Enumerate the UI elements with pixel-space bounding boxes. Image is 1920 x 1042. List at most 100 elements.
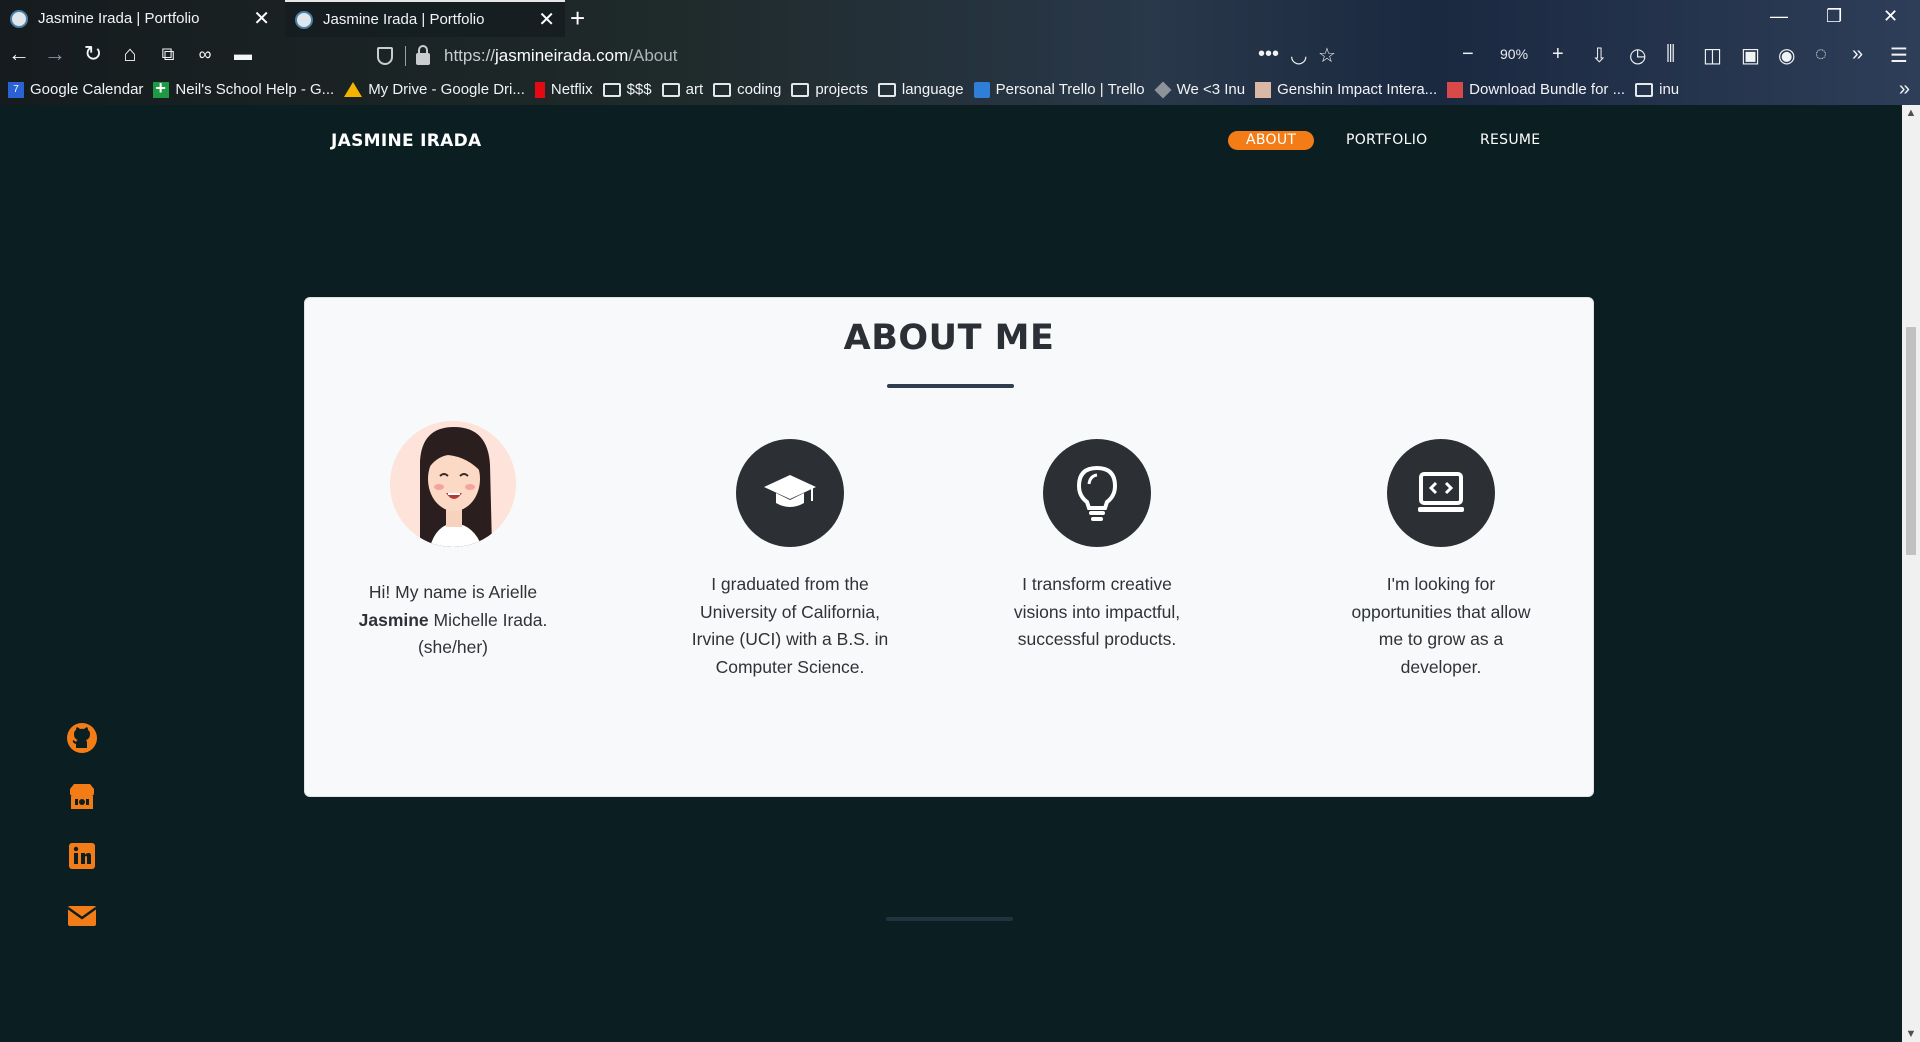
page-scrollbar[interactable]: ▲ ▼	[1902, 105, 1920, 1042]
bookmark-download-bundle[interactable]: Download Bundle for ...	[1447, 81, 1625, 98]
scroll-up-arrow-icon[interactable]: ▲	[1902, 107, 1920, 119]
reload-icon[interactable]: ↻	[79, 42, 107, 66]
back-arrow-icon[interactable]: ←	[5, 42, 33, 66]
new-tab-button[interactable]: +	[570, 4, 585, 32]
bookmark-folder-coding[interactable]: coding	[713, 81, 781, 98]
bookmark-label: art	[685, 81, 704, 98]
bookmark-label: projects	[815, 81, 868, 98]
bookmark-label: My Drive - Google Dri...	[368, 81, 525, 98]
about-intro-column: Hi! My name is Arielle Jasmine Michelle …	[348, 421, 558, 662]
nav-portfolio[interactable]: PORTFOLIO	[1346, 131, 1427, 150]
zoom-out-icon[interactable]: −	[1462, 43, 1474, 66]
bookmark-trello[interactable]: Personal Trello | Trello	[973, 81, 1145, 98]
netflix-icon	[534, 81, 545, 98]
bookmark-google-calendar[interactable]: 7 Google Calendar	[8, 81, 143, 98]
scrollbar-thumb[interactable]	[1906, 327, 1916, 555]
account-icon[interactable]: ◉	[1778, 43, 1795, 68]
lightbulb-icon	[1043, 439, 1151, 547]
forward-arrow-icon[interactable]: →	[41, 42, 69, 66]
drive-icon	[344, 82, 363, 97]
folder-icon	[661, 82, 680, 97]
bookmark-netflix[interactable]: Netflix	[534, 81, 593, 98]
close-tab-icon[interactable]: ✕	[538, 10, 555, 30]
creative-text: I transform creative visions into impact…	[1013, 574, 1181, 649]
tab-strip: Jasmine Irada | Portfolio ✕ Jasmine Irad…	[0, 0, 1920, 37]
intro-text: Hi! My name is Arielle Jasmine Michelle …	[348, 579, 558, 662]
nav-about[interactable]: ABOUT	[1228, 131, 1315, 150]
intro-text-start: Hi! My name is Arielle	[368, 582, 538, 602]
address-bar[interactable]: https:// jasmineirada.com /About	[375, 41, 1335, 71]
bookmark-label: coding	[737, 81, 782, 98]
library-icon[interactable]: ⫼	[1666, 43, 1675, 66]
sidebar-icon[interactable]: ◫	[1703, 43, 1722, 68]
bookmark-genshin[interactable]: Genshin Impact Intera...	[1255, 81, 1437, 98]
linkedin-icon[interactable]	[66, 840, 98, 872]
bookmark-star-icon[interactable]: ☆	[1318, 43, 1336, 68]
intro-text-end: Michelle Irada.	[433, 609, 548, 630]
zoom-in-icon[interactable]: +	[1552, 43, 1564, 66]
home-icon[interactable]: ⌂	[116, 42, 144, 66]
pocket-icon[interactable]: ◡	[1290, 43, 1307, 68]
email-icon[interactable]	[66, 900, 98, 932]
avatar	[390, 421, 516, 547]
screenshot-icon[interactable]: ▣	[1741, 43, 1760, 68]
zoom-level[interactable]: 90%	[1500, 46, 1528, 62]
tab-title: Jasmine Irada | Portfolio	[38, 10, 200, 27]
goals-text: I'm looking for opportunities that allow…	[1351, 574, 1531, 677]
browser-tab-active[interactable]: Jasmine Irada | Portfolio ✕	[285, 0, 565, 37]
close-tab-icon[interactable]: ✕	[253, 9, 270, 29]
folder-icon	[713, 82, 732, 97]
gift-icon	[1447, 81, 1464, 98]
new-container-tab-icon[interactable]: ⧉	[154, 42, 182, 66]
bookmark-label: Google Calendar	[30, 81, 144, 98]
scroll-down-arrow-icon[interactable]: ▼	[1902, 1028, 1920, 1040]
site-brand[interactable]: JASMINE IRADA	[331, 131, 481, 151]
restore-window-icon[interactable]: ❐	[1826, 6, 1842, 27]
github-icon[interactable]	[66, 722, 98, 754]
close-window-icon[interactable]: ✕	[1883, 6, 1898, 27]
about-education-column: I graduated from the University of Calif…	[690, 439, 890, 681]
section-divider	[886, 917, 1013, 921]
tab-title: Jasmine Irada | Portfolio	[323, 11, 485, 28]
bookmark-label: Download Bundle for ...	[1469, 81, 1626, 98]
url-host: jasmineirada.com	[495, 46, 629, 65]
downloads-icon[interactable]: ⇩	[1591, 43, 1608, 68]
bookmark-folder-money[interactable]: $$$	[602, 81, 652, 98]
page-content: JASMINE IRADA ABOUT PORTFOLIO RESUME ABO…	[0, 105, 1902, 1042]
about-creative-column: I transform creative visions into impact…	[997, 439, 1197, 654]
history-clock-icon[interactable]: ◷	[1629, 43, 1646, 68]
folder-icon	[877, 82, 896, 97]
private-mask-icon[interactable]: ∞	[191, 42, 219, 66]
lock-icon[interactable]	[416, 45, 430, 65]
extension-icon[interactable]: ◌	[1815, 43, 1827, 66]
image-icon	[1255, 81, 1272, 98]
folder-icon	[602, 82, 621, 97]
nav-resume[interactable]: RESUME	[1480, 131, 1540, 150]
site-header: JASMINE IRADA ABOUT PORTFOLIO RESUME	[0, 105, 1902, 177]
itchio-icon[interactable]	[66, 781, 98, 813]
bookmark-label: Neil's School Help - G...	[175, 81, 335, 98]
bookmark-school-help[interactable]: Neil's School Help - G...	[153, 78, 335, 99]
bookmark-folder-inu[interactable]: inu	[1635, 81, 1679, 98]
bookmark-we-love-inu[interactable]: We <3 Inu	[1154, 81, 1245, 98]
more-bookmarks-chevron-icon[interactable]: »	[1899, 78, 1910, 101]
calendar-icon: 7	[8, 81, 24, 98]
education-text: I graduated from the University of Calif…	[691, 574, 889, 677]
bookmark-folder-art[interactable]: art	[661, 81, 704, 98]
hamburger-menu-icon[interactable]: ☰	[1890, 43, 1908, 68]
intro-name-bold: Jasmine	[358, 609, 429, 630]
bookmark-my-drive[interactable]: My Drive - Google Dri...	[344, 81, 525, 98]
about-card: ABOUT ME Hi! My name is Arielle Jasmine …	[304, 297, 1594, 797]
bookmark-folder-projects[interactable]: projects	[791, 81, 868, 98]
laptop-icon[interactable]: ▬	[229, 42, 257, 66]
about-goals-column: I'm looking for opportunities that allow…	[1341, 439, 1541, 681]
tracking-protection-shield-icon[interactable]	[377, 47, 393, 65]
browser-tab[interactable]: Jasmine Irada | Portfolio ✕	[0, 0, 280, 37]
folder-icon	[1635, 82, 1654, 97]
overflow-chevron-icon[interactable]: »	[1852, 43, 1863, 66]
bookmark-label: Personal Trello | Trello	[995, 81, 1145, 98]
minimize-window-icon[interactable]: —	[1770, 6, 1788, 27]
bookmark-folder-language[interactable]: language	[877, 81, 964, 98]
page-actions-ellipsis-icon[interactable]: •••	[1258, 43, 1279, 66]
bookmark-label: Netflix	[550, 81, 593, 98]
